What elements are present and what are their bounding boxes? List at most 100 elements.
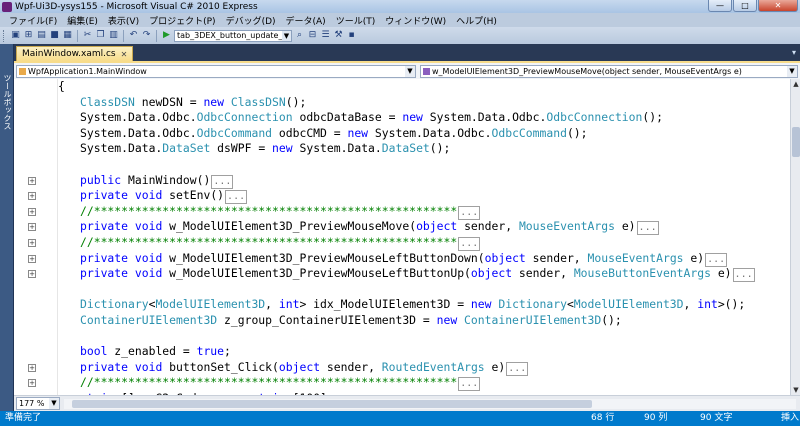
menu-help[interactable]: ヘルプ(H): [451, 14, 502, 27]
tab-list-icon[interactable]: ▾: [792, 48, 796, 57]
scroll-down-icon[interactable]: ▼: [791, 385, 800, 395]
code-token: ();: [642, 110, 663, 125]
horizontal-scroll-thumb[interactable]: [72, 399, 592, 408]
redo-icon[interactable]: ↷: [141, 30, 152, 41]
code-line[interactable]: ClassDSN newDSN = new ClassDSN();: [58, 95, 790, 111]
code-line[interactable]: + //*************************************…: [28, 235, 790, 251]
code-line[interactable]: {: [58, 79, 790, 95]
code-line[interactable]: System.Data.Odbc.OdbcCommand odbcCMD = n…: [58, 126, 790, 142]
expand-outline-icon[interactable]: +: [28, 238, 36, 247]
close-button[interactable]: ✕: [758, 0, 798, 12]
open-icon[interactable]: ▤: [36, 30, 47, 41]
code-line[interactable]: [58, 157, 790, 173]
cut-icon[interactable]: ✂: [82, 30, 93, 41]
add-item-icon[interactable]: ⊞: [23, 30, 34, 41]
code-line[interactable]: bool z_enabled = true;: [58, 344, 790, 360]
chevron-down-icon[interactable]: ▼: [405, 65, 415, 77]
menu-file[interactable]: ファイル(F): [4, 14, 62, 27]
toolbar-grip[interactable]: [3, 29, 6, 42]
toolbox-label[interactable]: ツールボックス: [2, 74, 13, 130]
new-project-icon[interactable]: ▣: [10, 30, 21, 41]
menu-tools[interactable]: ツール(T): [331, 14, 381, 27]
tab-mainwindow[interactable]: MainWindow.xaml.cs ✕: [16, 46, 134, 61]
find-combo[interactable]: tab_3DEX_button_update_Pr ▼: [174, 29, 292, 42]
extension-icon[interactable]: ▪: [346, 30, 357, 41]
chevron-down-icon[interactable]: ▼: [282, 30, 291, 41]
code-token: private: [80, 266, 129, 281]
toolbar-separator: [156, 29, 157, 42]
zoom-combo[interactable]: 177 % ▼: [16, 397, 60, 410]
save-icon[interactable]: ■: [49, 30, 60, 41]
expand-outline-icon[interactable]: +: [28, 379, 36, 388]
expand-outline-icon[interactable]: +: [28, 254, 36, 263]
code-line[interactable]: + private void w_ModelUIElement3D_Preview…: [28, 266, 790, 283]
code-line[interactable]: + private void w_ModelUIElement3D_Preview…: [28, 251, 790, 267]
expand-outline-icon[interactable]: +: [28, 192, 36, 201]
toolbar-separator: [123, 29, 124, 42]
menu-data[interactable]: データ(A): [281, 14, 331, 27]
toolbar-separator: [77, 29, 78, 42]
menu-debug[interactable]: デバッグ(D): [221, 14, 281, 27]
start-debug-icon[interactable]: ▶: [161, 30, 172, 41]
expand-outline-icon[interactable]: +: [28, 207, 36, 216]
find-icon[interactable]: ⌕: [294, 30, 305, 41]
scroll-up-icon[interactable]: ▲: [791, 79, 800, 89]
expand-outline-icon[interactable]: +: [28, 363, 36, 372]
menu-project[interactable]: プロジェクト(P): [144, 14, 220, 27]
save-all-icon[interactable]: ▦: [62, 30, 73, 41]
chevron-down-icon[interactable]: ▼: [787, 65, 797, 77]
code-editor[interactable]: {ClassDSN newDSN = new ClassDSN(); System…: [14, 79, 790, 395]
vertical-scrollbar[interactable]: ▲ ▼: [790, 79, 800, 395]
code-token: > idx_ModelUIElement3D =: [299, 297, 471, 312]
paste-icon[interactable]: ▥: [108, 30, 119, 41]
expand-outline-icon[interactable]: +: [28, 270, 36, 279]
collapsed-region-marker[interactable]: ...: [458, 205, 481, 220]
solution-explorer-icon[interactable]: ⊟: [307, 30, 318, 41]
code-token: object: [416, 219, 458, 234]
toolbox-sidebar[interactable]: ツールボックス: [0, 44, 14, 411]
code-line[interactable]: + private void w_ModelUIElement3D_Preview…: [28, 219, 790, 236]
expand-outline-icon[interactable]: +: [28, 176, 36, 185]
menu-window[interactable]: ウィンドウ(W): [380, 14, 451, 27]
maximize-button[interactable]: □: [733, 0, 757, 12]
tab-close-icon[interactable]: ✕: [121, 48, 128, 61]
copy-icon[interactable]: ❐: [95, 30, 106, 41]
code-line[interactable]: Dictionary<ModelUIElement3D, int> idx_Mo…: [58, 297, 790, 313]
horizontal-scrollbar[interactable]: [64, 398, 796, 409]
menu-edit[interactable]: 編集(E): [62, 14, 103, 27]
collapsed-region-marker[interactable]: ...: [225, 190, 248, 205]
code-line[interactable]: [58, 329, 790, 345]
code-line[interactable]: + public MainWindow()...: [28, 172, 790, 189]
collapsed-region-marker[interactable]: ...: [458, 236, 481, 251]
type-combo[interactable]: WpfApplication1.MainWindow ▼: [16, 64, 416, 78]
code-line[interactable]: + //*************************************…: [28, 375, 790, 392]
code-token: ModelUIElement3D: [573, 297, 684, 312]
code-token: MainWindow(): [121, 172, 211, 187]
code-line[interactable]: + //*************************************…: [28, 204, 790, 220]
vertical-scroll-thumb[interactable]: [792, 127, 800, 157]
code-line[interactable]: ContainerUIElement3D z_group_ContainerUI…: [58, 313, 790, 329]
chevron-down-icon[interactable]: ▼: [49, 398, 59, 409]
collapsed-region-marker[interactable]: ...: [211, 174, 234, 189]
collapsed-region-marker[interactable]: ...: [705, 252, 728, 267]
collapsed-region-marker[interactable]: ...: [732, 268, 755, 283]
menu-view[interactable]: 表示(V): [103, 14, 144, 27]
undo-icon[interactable]: ↶: [128, 30, 139, 41]
code-line[interactable]: + private void setEnv()...: [28, 188, 790, 205]
toolbox-icon[interactable]: ⚒: [333, 30, 344, 41]
collapsed-region-marker[interactable]: ...: [506, 361, 529, 376]
collapsed-region-marker[interactable]: ...: [636, 221, 659, 236]
member-combo[interactable]: w_ModelUIElement3D_PreviewMouseMove(obje…: [420, 64, 798, 78]
code-line[interactable]: [58, 282, 790, 298]
code-line[interactable]: + private void buttonSet_Click(object sen…: [28, 360, 790, 376]
code-lines[interactable]: {ClassDSN newDSN = new ClassDSN(); System…: [28, 79, 790, 395]
code-line[interactable]: System.Data.Odbc.OdbcConnection odbcData…: [58, 110, 790, 126]
code-token: ModelUIElement3D: [155, 297, 266, 312]
code-token: sender,: [457, 219, 519, 234]
collapsed-region-marker[interactable]: ...: [458, 377, 481, 392]
minimize-button[interactable]: —: [708, 0, 732, 12]
expand-outline-icon[interactable]: +: [28, 223, 36, 232]
properties-icon[interactable]: ☰: [320, 30, 331, 41]
code-line[interactable]: System.Data.DataSet dsWPF = new System.D…: [58, 141, 790, 157]
